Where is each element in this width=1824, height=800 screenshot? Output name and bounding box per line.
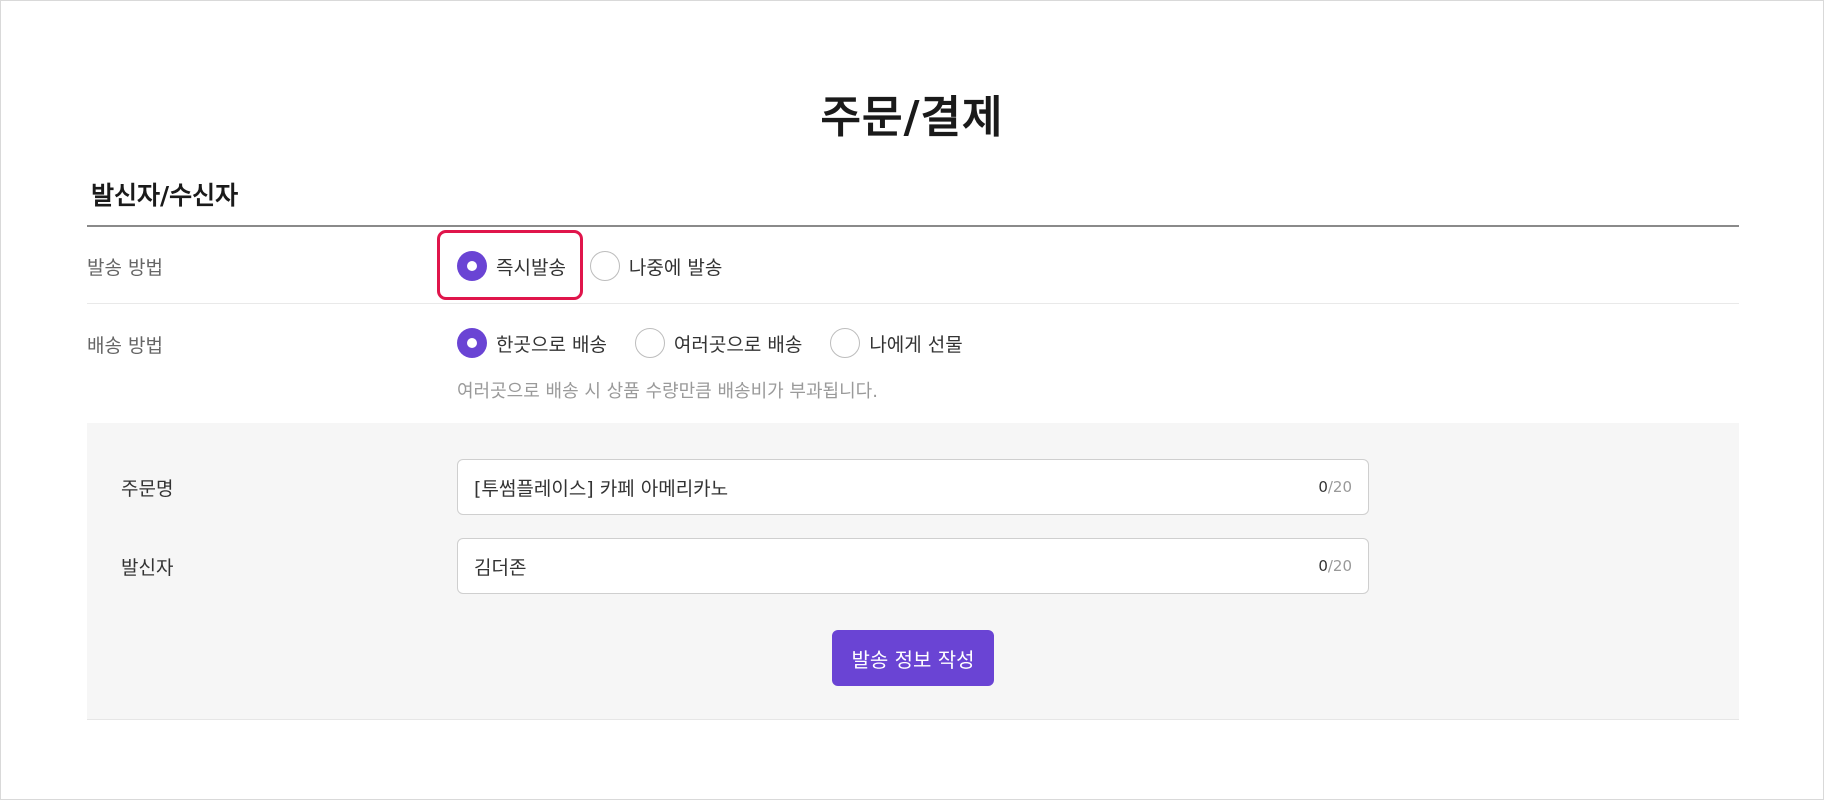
radio-label: 한곳으로 배송 (496, 333, 607, 356)
delivery-hint: 여러곳으로 배송 시 상품 수량만큼 배송비가 부과됩니다. (457, 381, 878, 402)
radio-deliver-multiple-places[interactable]: 여러곳으로 배송 (634, 328, 803, 358)
char-counter: 0/20 (1318, 557, 1352, 575)
radio-unchecked-icon[interactable] (589, 251, 620, 281)
order-form-panel: 주문명 [투썸플레이스] 카페 아메리카노 0/20 발신자 김더존 0/20 … (87, 423, 1739, 720)
send-method-label: 발송 방법 (87, 257, 163, 279)
radio-deliver-one-place[interactable]: 한곳으로 배송 (457, 328, 607, 358)
sender-input[interactable]: 김더존 0/20 (457, 538, 1369, 594)
order-name-value: [투썸플레이스] 카페 아메리카노 (474, 477, 729, 500)
row-divider (87, 303, 1739, 304)
section-title: 발신자/수신자 (91, 181, 239, 210)
char-counter: 0/20 (1318, 478, 1352, 496)
radio-checked-icon[interactable] (457, 328, 487, 358)
section-divider (87, 225, 1739, 227)
radio-gift-to-me[interactable]: 나에게 선물 (830, 328, 963, 358)
radio-label: 나중에 발송 (628, 256, 723, 279)
radio-unchecked-icon[interactable] (830, 328, 861, 358)
order-name-label: 주문명 (121, 478, 174, 500)
delivery-method-radio-group: 한곳으로 배송 여러곳으로 배송 나에게 선물 (457, 328, 991, 358)
page-frame: 주문/결제 발신자/수신자 발송 방법 즉시발송 나중에 발송 배송 방법 한곳… (0, 0, 1824, 800)
radio-unchecked-icon[interactable] (634, 328, 665, 358)
delivery-method-label: 배송 방법 (87, 335, 163, 357)
highlight-box (437, 230, 583, 300)
write-shipping-info-button[interactable]: 발송 정보 작성 (832, 630, 994, 686)
page-title: 주문/결제 (820, 92, 1004, 143)
radio-label: 여러곳으로 배송 (673, 333, 803, 356)
sender-label: 발신자 (121, 557, 174, 579)
sender-value: 김더존 (474, 556, 527, 579)
order-name-input[interactable]: [투썸플레이스] 카페 아메리카노 0/20 (457, 459, 1369, 515)
radio-label: 나에게 선물 (869, 333, 963, 356)
radio-send-later[interactable]: 나중에 발송 (589, 251, 723, 281)
